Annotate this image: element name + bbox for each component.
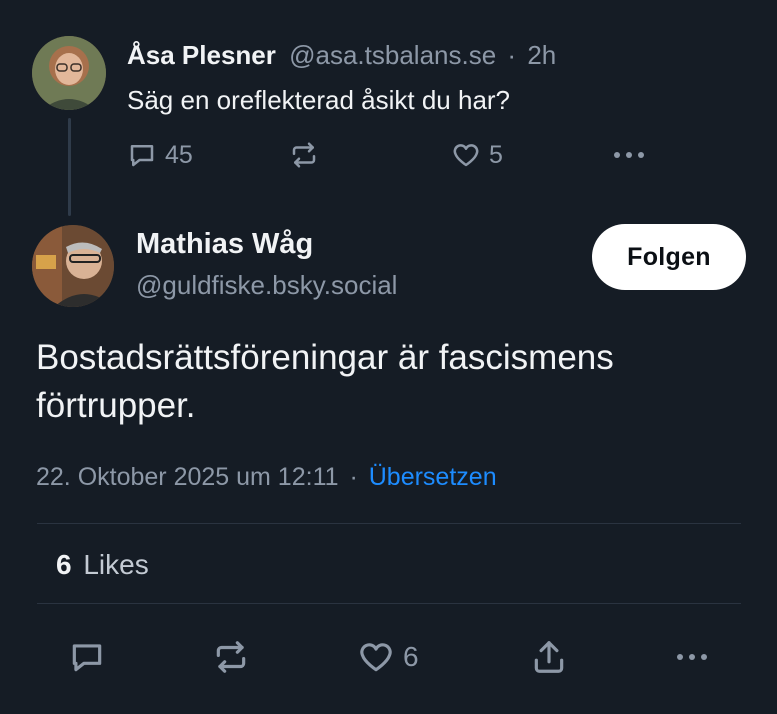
- main-post-text: Bostadsrättsföreningar är fascismens för…: [36, 334, 614, 430]
- likes-summary-label: Likes: [83, 549, 149, 580]
- main-post-text-line-1: Bostadsrättsföreningar är fascismens: [36, 338, 614, 377]
- more-button[interactable]: [672, 640, 712, 674]
- heart-icon: [357, 638, 395, 676]
- parent-author-handle[interactable]: @asa.tsbalans.se: [289, 40, 496, 70]
- like-button[interactable]: 6: [357, 638, 419, 676]
- more-icon: [610, 140, 648, 170]
- repost-button[interactable]: [212, 638, 250, 676]
- reply-icon: [127, 140, 157, 170]
- avatar-mathias-wag[interactable]: [32, 225, 114, 307]
- parent-reply-button[interactable]: 45: [127, 140, 193, 170]
- follow-button[interactable]: Folgen: [592, 224, 746, 290]
- post-timestamp: 22. Oktober 2025 um 12:11: [36, 463, 339, 491]
- parent-author-name[interactable]: Åsa Plesner: [127, 40, 276, 70]
- main-author-handle[interactable]: @guldfiske.bsky.social: [136, 270, 397, 301]
- reply-button[interactable]: [68, 638, 106, 676]
- likes-summary[interactable]: 6 Likes: [56, 549, 149, 581]
- reply-icon: [68, 638, 106, 676]
- like-count: 6: [403, 641, 419, 672]
- divider-bottom: [37, 603, 741, 604]
- repost-icon: [289, 140, 319, 170]
- divider-top: [37, 523, 741, 524]
- heart-icon: [451, 140, 481, 170]
- thread-connector-line: [68, 118, 71, 216]
- more-icon: [672, 640, 712, 674]
- avatar-asa-plesner[interactable]: [32, 36, 106, 110]
- main-post-text-line-2: förtrupper.: [36, 386, 196, 425]
- parent-post-time[interactable]: 2h: [527, 40, 556, 70]
- repost-icon: [212, 638, 250, 676]
- main-author-name[interactable]: Mathias Wåg: [136, 228, 313, 261]
- share-button[interactable]: [530, 638, 568, 676]
- parent-reply-count: 45: [165, 140, 193, 169]
- likes-summary-count: 6: [56, 549, 72, 580]
- share-icon: [530, 638, 568, 676]
- meta-dot-separator: ·: [349, 463, 358, 491]
- parent-post-header: Åsa Plesner @asa.tsbalans.se · 2h: [127, 40, 556, 71]
- parent-like-count: 5: [489, 140, 503, 169]
- parent-more-button[interactable]: [610, 140, 648, 170]
- parent-like-button[interactable]: 5: [451, 140, 503, 170]
- post-meta: 22. Oktober 2025 um 12:11 · Übersetzen: [36, 463, 497, 492]
- parent-post-text: Säg en oreflekterad åsikt du har?: [127, 85, 511, 115]
- parent-dot-separator: ·: [507, 40, 517, 70]
- parent-repost-button[interactable]: [289, 140, 319, 170]
- translate-link[interactable]: Übersetzen: [369, 463, 497, 491]
